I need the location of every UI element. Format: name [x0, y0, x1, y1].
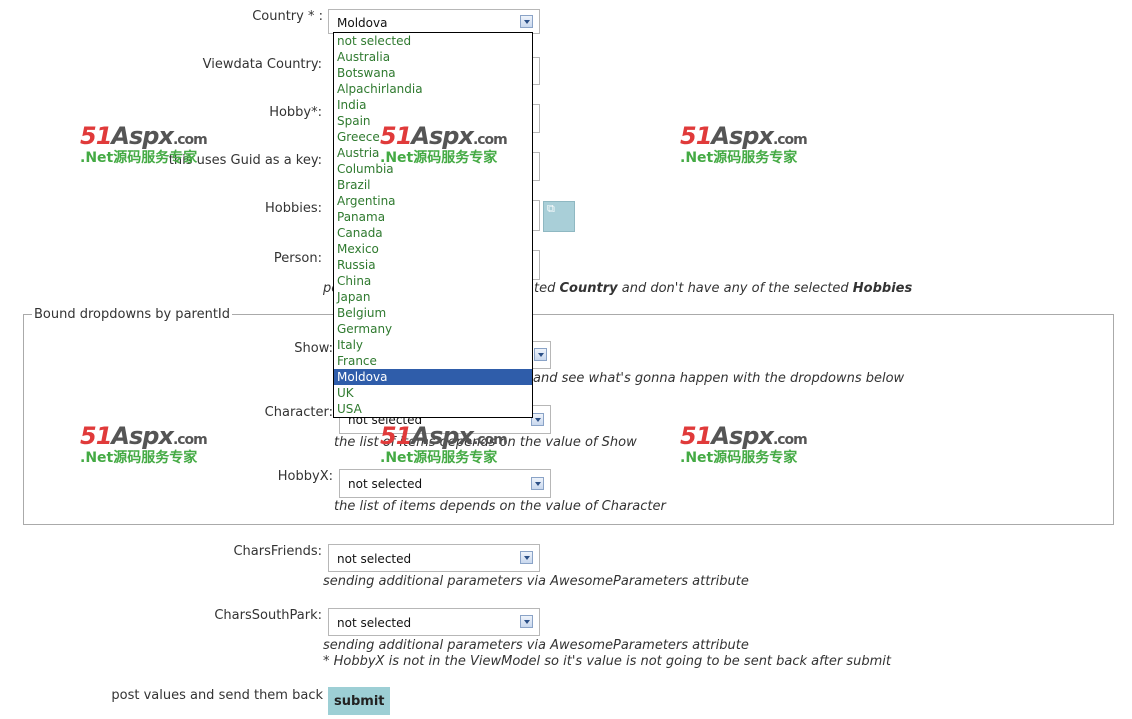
country-select-value: Moldova — [337, 16, 388, 30]
person-hint-country: Country — [559, 281, 618, 296]
watermark-aspx: Aspx — [711, 122, 774, 150]
chars-friends-select[interactable]: not selected — [328, 544, 540, 572]
country-option[interactable]: Belgium — [334, 305, 532, 321]
watermark-aspx: Aspx — [411, 422, 474, 450]
watermark-logo: 51Aspx.com .Net源码服务专家 — [380, 422, 520, 472]
show-select[interactable] — [532, 341, 551, 369]
country-option[interactable]: Botswana — [334, 65, 532, 81]
country-option[interactable]: France — [334, 353, 532, 369]
watermark-logo: 51Aspx.com .Net源码服务专家 — [680, 122, 820, 172]
show-label: Show: — [294, 341, 333, 356]
watermark-com: .com — [472, 132, 508, 148]
watermark-tagline: .Net源码服务专家 — [680, 150, 798, 166]
watermark-51: 51 — [380, 122, 412, 150]
country-option[interactable]: Germany — [334, 321, 532, 337]
country-dropdown-list[interactable]: not selected Australia Botswana Alpachirlan… — [333, 32, 533, 418]
hobbyx-note: * HobbyX is not in the ViewModel so it's… — [323, 654, 891, 669]
watermark-com: .com — [472, 432, 508, 448]
hobbyx-hint: the list of items depends on the value o… — [334, 499, 666, 514]
chevron-down-icon[interactable] — [520, 615, 533, 628]
hobbyx-select[interactable]: not selected — [339, 469, 551, 498]
watermark-tagline: .Net源码服务专家 — [80, 150, 198, 166]
watermark-com: .com — [172, 432, 208, 448]
country-option[interactable]: UK — [334, 385, 532, 401]
country-label: Country * : — [252, 9, 323, 24]
chars-friends-select-value: not selected — [337, 552, 412, 566]
watermark-51: 51 — [680, 122, 712, 150]
chevron-down-icon[interactable] — [520, 15, 533, 28]
post-values-label: post values and send them back — [111, 688, 323, 703]
watermark-tagline: .Net源码服务专家 — [680, 450, 798, 466]
open-popup-icon[interactable] — [543, 201, 575, 232]
watermark-com: .com — [172, 132, 208, 148]
country-option[interactable]: Panama — [334, 209, 532, 225]
person-label: Person: — [273, 251, 322, 266]
country-option[interactable]: not selected — [334, 33, 532, 49]
viewdata-country-label: Viewdata Country: — [202, 57, 322, 72]
chevron-down-icon[interactable] — [531, 477, 544, 490]
hobbies-label: Hobbies: — [265, 201, 322, 216]
watermark-tagline: .Net源码服务专家 — [380, 450, 498, 466]
hobbyx-select-value: not selected — [348, 477, 423, 491]
hobby-label: Hobby*: — [269, 105, 322, 120]
country-option[interactable]: China — [334, 273, 532, 289]
watermark-aspx: Aspx — [411, 122, 474, 150]
country-option[interactable]: Australia — [334, 49, 532, 65]
character-label: Character: — [264, 405, 333, 420]
watermark-logo: 51Aspx.com .Net源码服务专家 — [380, 122, 520, 172]
watermark-logo: 51Aspx.com .Net源码服务专家 — [80, 122, 220, 172]
chars-friends-hint: sending additional parameters via Awesom… — [323, 574, 749, 589]
country-option[interactable]: India — [334, 97, 532, 113]
watermark-aspx: Aspx — [711, 422, 774, 450]
watermark-logo: 51Aspx.com .Net源码服务专家 — [80, 422, 220, 472]
watermark-aspx: Aspx — [111, 422, 174, 450]
bound-dropdowns-legend: Bound dropdowns by parentId — [34, 307, 231, 322]
hobbyx-label: HobbyX: — [277, 469, 333, 484]
chevron-down-icon[interactable] — [534, 348, 547, 361]
chars-southpark-hint: sending additional parameters via Awesom… — [323, 638, 749, 653]
watermark-51: 51 — [680, 422, 712, 450]
watermark-aspx: Aspx — [111, 122, 174, 150]
country-option[interactable]: Moldova — [334, 369, 532, 385]
chars-southpark-select-value: not selected — [337, 616, 412, 630]
person-hint-text-2: and don't have any of the selected — [621, 281, 849, 296]
country-option[interactable]: Russia — [334, 257, 532, 273]
watermark-com: .com — [772, 132, 808, 148]
watermark-51: 51 — [80, 122, 112, 150]
bound-dropdowns-fieldset: Bound dropdowns by parentId — [23, 307, 1114, 525]
country-option[interactable]: Italy — [334, 337, 532, 353]
country-option[interactable]: Canada — [334, 225, 532, 241]
chars-southpark-select[interactable]: not selected — [328, 608, 540, 636]
chevron-down-icon[interactable] — [520, 551, 533, 564]
watermark-logo: 51Aspx.com .Net源码服务专家 — [680, 422, 820, 472]
country-option[interactable]: Argentina — [334, 193, 532, 209]
person-hint-text-1: ted — [534, 281, 556, 296]
country-option[interactable]: Brazil — [334, 177, 532, 193]
country-option[interactable]: Alpachirlandia — [334, 81, 532, 97]
watermark-51: 51 — [80, 422, 112, 450]
country-option[interactable]: Mexico — [334, 241, 532, 257]
watermark-com: .com — [772, 432, 808, 448]
chars-southpark-label: CharsSouthPark: — [214, 608, 322, 623]
watermark-tagline: .Net源码服务专家 — [380, 150, 498, 166]
watermark-51: 51 — [380, 422, 412, 450]
submit-button[interactable]: submit — [328, 687, 390, 715]
show-hint: and see what's gonna happen with the dro… — [533, 371, 905, 386]
country-option[interactable]: Japan — [334, 289, 532, 305]
country-select[interactable]: Moldova — [328, 9, 540, 34]
country-option[interactable]: USA — [334, 401, 532, 417]
watermark-tagline: .Net源码服务专家 — [80, 450, 198, 466]
chars-friends-label: CharsFriends: — [233, 544, 322, 559]
person-hint: ted Country and don't have any of the se… — [534, 281, 912, 296]
person-hint-hobbies: Hobbies — [852, 281, 913, 296]
